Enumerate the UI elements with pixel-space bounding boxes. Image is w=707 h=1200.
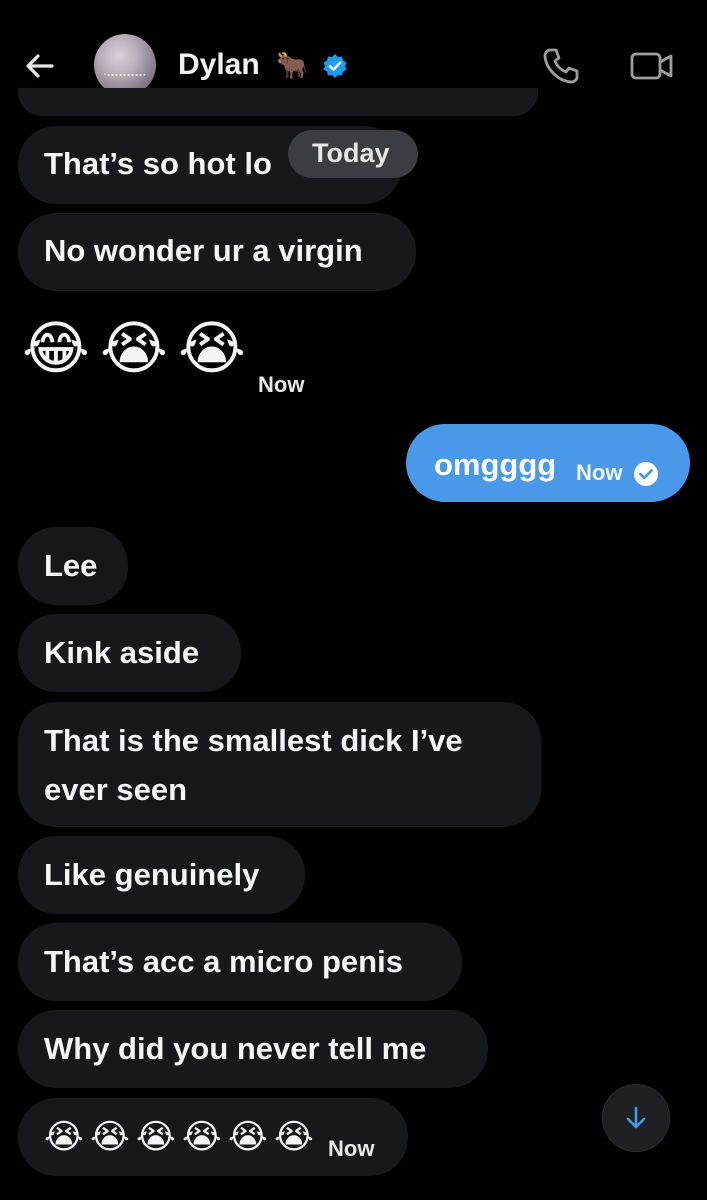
emoji-loudly-crying: 😭 bbox=[228, 1118, 268, 1156]
arrow-down-icon bbox=[626, 1106, 646, 1129]
emoji-loudly-crying: 😭 bbox=[90, 1118, 130, 1156]
emoji-loudly-crying[interactable]: 😭 bbox=[178, 320, 246, 378]
message-timestamp: Now bbox=[258, 372, 305, 397]
emoji-loudly-crying: 😭 bbox=[182, 1118, 222, 1156]
emoji-loudly-crying: 😭 bbox=[44, 1118, 84, 1156]
message-text: omgggg bbox=[434, 447, 557, 482]
message-bubble[interactable]: No wonder ur a virgin bbox=[18, 213, 416, 291]
message-bubble[interactable]: Why did you never tell me bbox=[18, 1010, 488, 1088]
emoji-loudly-crying: 😭 bbox=[274, 1118, 314, 1156]
video-camera-icon[interactable] bbox=[628, 46, 676, 86]
message-bubble-partial[interactable] bbox=[18, 88, 538, 116]
message-timestamp: Now bbox=[576, 460, 623, 485]
message-timestamp: Now bbox=[328, 1136, 375, 1161]
message-text: Why did you never tell me bbox=[44, 1031, 427, 1066]
contact-name[interactable]: Dylan bbox=[178, 48, 260, 82]
date-separator: Today bbox=[288, 130, 418, 178]
message-bubble[interactable]: 😭 😭 😭 😭 😭 😭 Now bbox=[18, 1098, 408, 1176]
message-bubble[interactable]: Lee bbox=[18, 527, 128, 605]
message-bubble[interactable]: That is the smallest dick I’ve ever seen bbox=[18, 702, 541, 827]
message-text-line2: ever seen bbox=[44, 772, 188, 807]
message-text-line1: That is the smallest dick I’ve bbox=[44, 723, 463, 758]
emoji-loudly-crying[interactable]: 😭 bbox=[100, 320, 168, 378]
sent-message-bubble[interactable]: omgggg Now bbox=[406, 424, 690, 502]
message-text: Lee bbox=[44, 548, 98, 583]
emoji-joy[interactable]: 😂 bbox=[22, 320, 90, 378]
message-bubble[interactable]: Kink aside bbox=[18, 614, 241, 692]
phone-icon[interactable] bbox=[540, 45, 582, 87]
verified-badge-icon bbox=[322, 53, 348, 79]
emoji-loudly-crying: 😭 bbox=[136, 1118, 176, 1156]
read-receipt-icon bbox=[632, 460, 660, 488]
avatar[interactable] bbox=[94, 34, 156, 96]
message-bubble[interactable]: That’s acc a micro penis bbox=[18, 923, 462, 1001]
scroll-to-bottom-button[interactable] bbox=[602, 1084, 670, 1152]
message-text: Kink aside bbox=[44, 635, 200, 670]
message-text: That’s acc a micro penis bbox=[44, 944, 403, 979]
back-arrow-icon[interactable] bbox=[20, 46, 60, 86]
message-text: Like genuinely bbox=[44, 857, 260, 892]
message-bubble[interactable]: Like genuinely bbox=[18, 836, 305, 914]
message-text: No wonder ur a virgin bbox=[44, 233, 363, 268]
date-separator-label: Today bbox=[312, 138, 390, 168]
name-emoji: 🐂 bbox=[276, 50, 309, 80]
message-text: That’s so hot lo bbox=[44, 146, 272, 181]
